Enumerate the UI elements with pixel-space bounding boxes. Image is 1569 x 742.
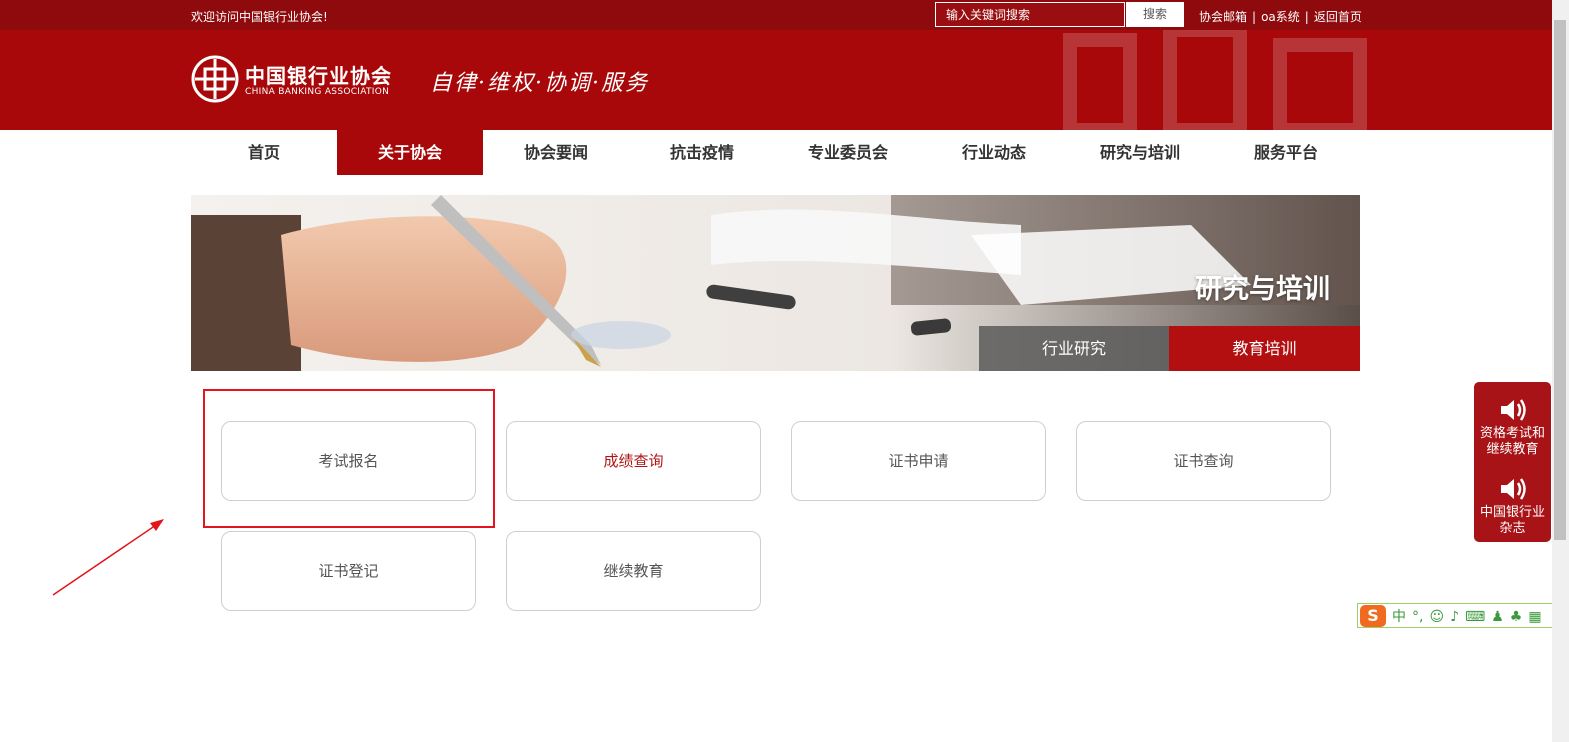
tab-industry-research[interactable]: 行业研究 <box>979 326 1169 371</box>
side-item-exam-education[interactable]: 资格考试和继续教育 <box>1474 396 1551 458</box>
banner: 研究与培训 行业研究 教育培训 <box>191 195 1360 371</box>
nav-home[interactable]: 首页 <box>191 130 337 175</box>
banner-title: 研究与培训 <box>1195 274 1330 305</box>
keyboard-icon[interactable]: ⌨ <box>1465 609 1485 625</box>
toolbox-icon[interactable]: ▦ <box>1528 609 1541 625</box>
main-nav: 首页 关于协会 协会要闻 抗击疫情 专业委员会 行业动态 研究与培训 服务平台 <box>191 130 1360 175</box>
tab-education-training[interactable]: 教育培训 <box>1169 326 1360 371</box>
skin-icon[interactable]: ♣ <box>1510 609 1523 625</box>
nav-about[interactable]: 关于协会 <box>337 130 483 175</box>
sogou-logo-icon[interactable]: S <box>1360 605 1386 627</box>
side-float-panel: 资格考试和继续教育 中国银行业杂志 <box>1474 382 1551 542</box>
nav-news[interactable]: 协会要闻 <box>483 130 629 175</box>
mailbox-link[interactable]: 协会邮箱 <box>1199 10 1247 24</box>
welcome-text: 欢迎访问中国银行业协会! <box>191 10 328 24</box>
nav-committees[interactable]: 专业委员会 <box>775 130 921 175</box>
speaker-icon <box>1500 478 1526 500</box>
nav-research-training[interactable]: 研究与培训 <box>1067 130 1213 175</box>
card-score-query[interactable]: 成绩查询 <box>506 421 761 501</box>
card-continuing-education[interactable]: 继续教育 <box>506 531 761 611</box>
site-header: 中国银行业协会 CHINA BANKING ASSOCIATION 自律·维权·… <box>0 30 1552 130</box>
emoji-icon[interactable]: ☺ <box>1429 609 1444 625</box>
ime-icons: 中 °, ☺ ♪ ⌨ ♟ ♣ ▦ <box>1392 606 1548 626</box>
side-item-label: 资格考试和继续教育 <box>1479 426 1545 457</box>
ime-toolbar: S 中 °, ☺ ♪ ⌨ ♟ ♣ ▦ <box>1357 603 1564 628</box>
highlight-box <box>203 389 495 528</box>
separator: | <box>1252 10 1257 24</box>
logo-title[interactable]: 中国银行业协会 <box>245 60 392 89</box>
user-icon[interactable]: ♟ <box>1491 609 1504 625</box>
nav-services[interactable]: 服务平台 <box>1213 130 1359 175</box>
side-item-magazine[interactable]: 中国银行业杂志 <box>1474 475 1551 537</box>
separator: | <box>1304 10 1309 24</box>
home-link[interactable]: 返回首页 <box>1314 10 1362 24</box>
logo-subtitle: CHINA BANKING ASSOCIATION <box>245 87 390 97</box>
watermark-logo-icon <box>1063 30 1367 130</box>
red-arrow-icon <box>52 519 164 596</box>
top-links: 协会邮箱 | oa系统 | 返回首页 <box>1199 8 1362 25</box>
punctuation-icon[interactable]: °, <box>1412 609 1423 625</box>
microphone-icon[interactable]: ♪ <box>1450 609 1459 625</box>
search-button[interactable]: 搜索 <box>1126 2 1184 27</box>
side-item-label: 中国银行业杂志 <box>1479 505 1545 536</box>
cba-logo-icon[interactable] <box>191 55 239 103</box>
card-certificate-application[interactable]: 证书申请 <box>791 421 1046 501</box>
speaker-icon <box>1500 399 1526 421</box>
nav-industry[interactable]: 行业动态 <box>921 130 1067 175</box>
scrollbar-thumb[interactable] <box>1554 20 1566 540</box>
card-certificate-registration[interactable]: 证书登记 <box>221 531 476 611</box>
card-certificate-query[interactable]: 证书查询 <box>1076 421 1331 501</box>
oa-system-link[interactable]: oa系统 <box>1261 10 1300 24</box>
slogan: 自律·维权·协调·服务 <box>430 71 649 96</box>
search-input[interactable] <box>935 2 1125 27</box>
top-bar: 欢迎访问中国银行业协会! 搜索 协会邮箱 | oa系统 | 返回首页 <box>0 0 1552 30</box>
ime-mode-label[interactable]: 中 <box>1392 606 1406 626</box>
nav-epidemic[interactable]: 抗击疫情 <box>629 130 775 175</box>
